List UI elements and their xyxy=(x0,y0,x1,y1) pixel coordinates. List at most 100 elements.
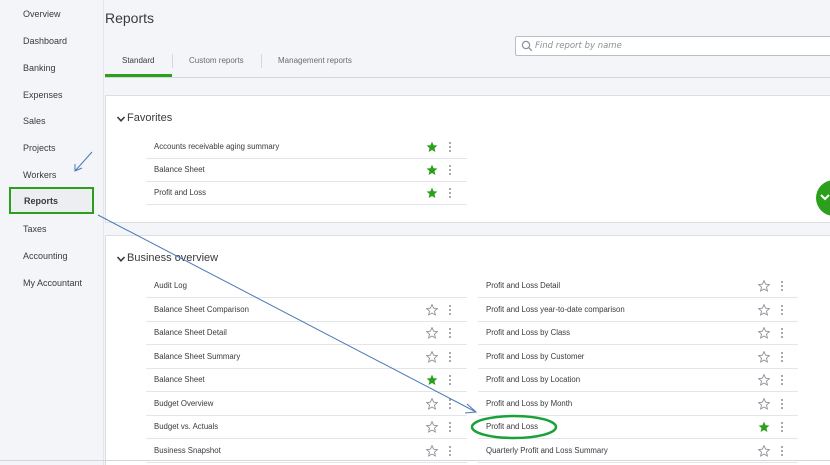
star-outline-icon[interactable] xyxy=(426,350,438,363)
report-link[interactable]: Profit and Loss by Customer xyxy=(486,352,584,361)
more-options-icon[interactable] xyxy=(448,141,452,153)
report-row[interactable]: Accounts receivable aging summary xyxy=(146,136,467,159)
more-options-icon[interactable] xyxy=(448,421,452,433)
nav-item-banking[interactable]: Banking xyxy=(23,63,56,73)
more-options-icon[interactable] xyxy=(780,398,784,410)
more-options-icon[interactable] xyxy=(448,164,452,176)
nav-item-projects[interactable]: Projects xyxy=(23,143,56,153)
chevron-down-icon[interactable] xyxy=(116,254,126,264)
report-link[interactable]: Balance Sheet Summary xyxy=(154,352,240,361)
more-options-icon[interactable] xyxy=(448,374,452,386)
report-row[interactable]: Balance Sheet xyxy=(146,369,467,392)
report-row[interactable]: Profit and Loss by Customer xyxy=(478,346,798,369)
star-outline-icon[interactable] xyxy=(426,327,438,339)
report-link[interactable]: Quarterly Profit and Loss Summary xyxy=(486,446,608,455)
star-filled-icon[interactable] xyxy=(758,421,770,433)
report-tabs: Standard Custom reports Management repor… xyxy=(105,48,830,78)
report-link[interactable]: Balance Sheet Comparison xyxy=(154,305,249,314)
report-link[interactable]: Profit and Loss xyxy=(154,188,206,197)
report-link[interactable]: Profit and Loss xyxy=(486,422,538,431)
report-link[interactable]: Profit and Loss year-to-date comparison xyxy=(486,305,625,314)
report-row[interactable]: Profit and Loss xyxy=(478,416,798,439)
star-outline-icon[interactable] xyxy=(758,397,770,410)
nav-item-accounting[interactable]: Accounting xyxy=(23,251,68,261)
star-outline-icon[interactable] xyxy=(758,327,770,339)
nav-item-expenses[interactable]: Expenses xyxy=(23,90,63,100)
favorites-card: Favorites Accounts receivable aging summ… xyxy=(105,95,830,223)
star-filled-icon[interactable] xyxy=(426,164,438,176)
more-options-icon[interactable] xyxy=(448,187,452,199)
star-outline-icon[interactable] xyxy=(758,350,770,363)
tab-management-reports[interactable]: Management reports xyxy=(278,56,352,65)
report-link[interactable]: Profit and Loss by Location xyxy=(486,375,580,384)
star-outline-icon[interactable] xyxy=(758,280,770,292)
star-outline-icon[interactable] xyxy=(426,303,438,316)
more-options-icon[interactable] xyxy=(780,304,784,316)
report-row[interactable]: Balance Sheet Comparison xyxy=(146,299,467,322)
report-link[interactable]: Budget Overview xyxy=(154,399,213,408)
tab-custom-reports[interactable]: Custom reports xyxy=(189,56,244,65)
tab-active-indicator xyxy=(105,74,172,77)
nav-item-my-accountant[interactable]: My Accountant xyxy=(23,278,82,288)
tab-divider xyxy=(172,54,173,68)
tab-standard[interactable]: Standard xyxy=(122,56,154,65)
bottom-divider xyxy=(0,460,830,465)
more-options-icon[interactable] xyxy=(780,421,784,433)
report-link[interactable]: Profit and Loss by Month xyxy=(486,399,572,408)
page-title: Reports xyxy=(105,10,155,26)
report-row[interactable]: Profit and Loss xyxy=(146,182,467,205)
star-outline-icon[interactable] xyxy=(758,303,770,316)
nav-item-reports-label: Reports xyxy=(24,196,59,206)
more-options-icon[interactable] xyxy=(780,351,784,363)
report-link[interactable]: Profit and Loss Detail xyxy=(486,281,560,290)
report-link[interactable]: Audit Log xyxy=(154,281,187,290)
business-overview-card: Business overview Audit Log Balance Sheet… xyxy=(105,235,830,465)
chevron-down-icon[interactable] xyxy=(116,114,126,124)
star-outline-icon[interactable] xyxy=(758,374,770,386)
more-options-icon[interactable] xyxy=(448,351,452,363)
nav-item-workers[interactable]: Workers xyxy=(23,170,56,180)
report-row[interactable]: Balance Sheet xyxy=(146,159,467,182)
report-row[interactable]: Balance Sheet Detail xyxy=(146,322,467,345)
star-outline-icon[interactable] xyxy=(758,444,770,457)
favorites-title: Favorites xyxy=(127,112,173,124)
report-link[interactable]: Profit and Loss by Class xyxy=(486,328,570,337)
report-row[interactable]: Profit and Loss by Class xyxy=(478,322,798,345)
more-options-icon[interactable] xyxy=(448,398,452,410)
more-options-icon[interactable] xyxy=(780,327,784,339)
more-options-icon[interactable] xyxy=(780,445,784,457)
tab-divider xyxy=(261,54,262,68)
star-outline-icon[interactable] xyxy=(426,421,438,433)
report-row[interactable]: Budget Overview xyxy=(146,393,467,416)
report-link[interactable]: Budget vs. Actuals xyxy=(154,422,218,431)
business-overview-title: Business overview xyxy=(127,252,219,264)
star-outline-icon[interactable] xyxy=(426,444,438,457)
report-link[interactable]: Business Snapshot xyxy=(154,446,221,455)
report-link[interactable]: Accounts receivable aging summary xyxy=(154,142,279,151)
report-row[interactable]: Profit and Loss by Location xyxy=(478,369,798,392)
nav-item-overview[interactable]: Overview xyxy=(23,9,61,19)
more-options-icon[interactable] xyxy=(780,280,784,292)
more-options-icon[interactable] xyxy=(780,374,784,386)
more-options-icon[interactable] xyxy=(448,445,452,457)
report-row[interactable]: Audit Log xyxy=(146,275,467,298)
report-link[interactable]: Balance Sheet Detail xyxy=(154,328,227,337)
star-filled-icon[interactable] xyxy=(426,187,438,199)
nav-item-reports[interactable]: Reports xyxy=(9,187,94,214)
report-link[interactable]: Balance Sheet xyxy=(154,375,205,384)
more-options-icon[interactable] xyxy=(448,304,452,316)
more-options-icon[interactable] xyxy=(448,327,452,339)
report-row[interactable]: Budget vs. Actuals xyxy=(146,416,467,439)
star-outline-icon[interactable] xyxy=(426,397,438,410)
left-nav-sidebar: Overview Dashboard Banking Expenses Sale… xyxy=(0,0,104,465)
nav-item-sales[interactable]: Sales xyxy=(23,116,46,126)
report-row[interactable]: Profit and Loss by Month xyxy=(478,393,798,416)
nav-item-dashboard[interactable]: Dashboard xyxy=(23,36,67,46)
report-row[interactable]: Profit and Loss year-to-date comparison xyxy=(478,299,798,322)
report-link[interactable]: Balance Sheet xyxy=(154,165,205,174)
report-row[interactable]: Profit and Loss Detail xyxy=(478,275,798,298)
star-filled-icon[interactable] xyxy=(426,374,438,386)
report-row[interactable]: Balance Sheet Summary xyxy=(146,346,467,369)
star-filled-icon[interactable] xyxy=(426,141,438,153)
nav-item-taxes[interactable]: Taxes xyxy=(23,224,47,234)
